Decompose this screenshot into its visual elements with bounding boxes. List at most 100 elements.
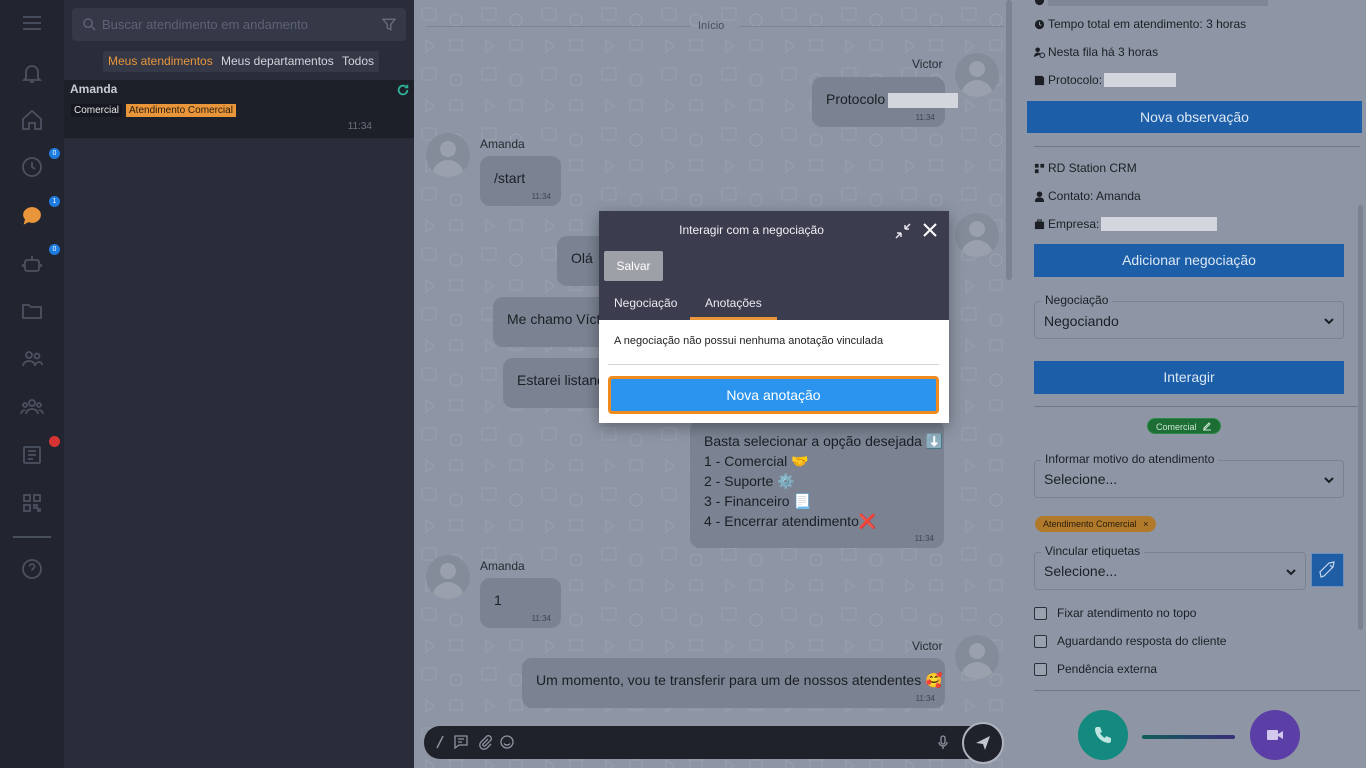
video-icon bbox=[1267, 730, 1283, 740]
history-badge: 0 bbox=[49, 148, 60, 159]
tag-rocket-icon bbox=[1319, 561, 1335, 578]
modal-title: Interagir com a negociação bbox=[679, 223, 824, 237]
protocol-line: Protocolo: bbox=[1034, 73, 1177, 87]
reason-legend: Informar motivo do atendimento bbox=[1041, 452, 1219, 466]
qrcode-icon[interactable] bbox=[16, 487, 48, 519]
active-tab-indicator bbox=[690, 317, 777, 320]
message-text: Um momento, vou te transferir para um de… bbox=[536, 672, 943, 688]
day-label: Início bbox=[698, 20, 725, 32]
save-button[interactable]: Salvar bbox=[604, 251, 663, 281]
slash-command-icon[interactable] bbox=[432, 734, 448, 750]
filter-icon[interactable] bbox=[382, 17, 396, 32]
folder-icon[interactable] bbox=[16, 295, 48, 327]
user-clock-icon bbox=[1034, 46, 1045, 58]
edit-icon[interactable] bbox=[1202, 421, 1212, 431]
department-chip[interactable]: Comercial bbox=[1147, 418, 1222, 434]
total-time-line: Tempo total em atendimento: 3 horas bbox=[1034, 17, 1246, 31]
send-button[interactable] bbox=[962, 722, 1004, 764]
users-icon[interactable] bbox=[16, 343, 48, 375]
menu-line: 2 - Suporte ⚙️ bbox=[704, 473, 795, 489]
sync-icon bbox=[397, 84, 409, 96]
message-composer[interactable] bbox=[424, 726, 989, 759]
avatar bbox=[955, 213, 999, 257]
chat-scrollbar[interactable] bbox=[1006, 0, 1012, 280]
message-bubble: Um momento, vou te transferir para um de… bbox=[522, 658, 945, 708]
message-time: 11:34 bbox=[915, 113, 935, 122]
contact-line: Contato: Amanda bbox=[1034, 189, 1141, 203]
redacted-protocol bbox=[888, 92, 959, 108]
label-tag: Atendimento Comercial bbox=[126, 104, 236, 117]
awaiting-reply-label: Aguardando resposta do cliente bbox=[1057, 634, 1227, 648]
help-icon[interactable] bbox=[16, 553, 48, 585]
message-time: 11:34 bbox=[531, 192, 551, 201]
document-icon bbox=[1034, 75, 1045, 85]
awaiting-reply-option[interactable]: Aguardando resposta do cliente bbox=[1034, 634, 1226, 648]
queue-time-text: Nesta fila há 3 horas bbox=[1048, 45, 1159, 59]
voice-call-button[interactable] bbox=[1078, 710, 1128, 760]
tag-chip[interactable]: Atendimento Comercial × bbox=[1035, 516, 1157, 532]
microphone-icon[interactable] bbox=[935, 734, 951, 750]
user-icon bbox=[1034, 190, 1045, 202]
contacts-book-icon[interactable] bbox=[16, 439, 48, 471]
app-root: 0 1 0 Buscar atendimento em andamento Me… bbox=[0, 0, 1366, 768]
tab-deal[interactable]: Negociação bbox=[614, 296, 677, 310]
conversation-list-panel: Meus atendimentos Meus departamentos Tod… bbox=[64, 0, 414, 768]
tag-settings-button[interactable] bbox=[1311, 553, 1344, 587]
robot-icon[interactable] bbox=[16, 248, 48, 280]
group-icon[interactable] bbox=[16, 391, 48, 423]
menu-line: 4 - Encerrar atendimento❌ bbox=[704, 513, 877, 529]
tab-notes[interactable]: Anotações bbox=[705, 296, 762, 310]
chat-icon[interactable] bbox=[16, 199, 48, 231]
filter-all[interactable]: Todos bbox=[337, 51, 380, 72]
reason-value: Selecione... bbox=[1044, 471, 1118, 487]
menu-icon[interactable] bbox=[16, 7, 48, 39]
remove-tag-icon[interactable]: × bbox=[1143, 519, 1148, 529]
reason-select[interactable]: Informar motivo do atendimento Selecione… bbox=[1034, 452, 1344, 498]
new-observation-button[interactable]: Nova observação bbox=[1027, 101, 1362, 133]
conversation-item[interactable]: Amanda Comercial Atendimento Comercial 1… bbox=[64, 80, 414, 138]
quick-reply-icon[interactable] bbox=[453, 734, 469, 750]
message-text: Estarei listand bbox=[517, 372, 605, 388]
ticket-details-panel: Tempo total em atendimento: 3 horas Nest… bbox=[1016, 0, 1366, 768]
redacted-company bbox=[1101, 217, 1218, 231]
awaiting-reply-checkbox[interactable] bbox=[1034, 634, 1047, 648]
avatar bbox=[955, 53, 999, 97]
bots-badge: 0 bbox=[49, 244, 60, 255]
chats-badge: 1 bbox=[49, 196, 60, 207]
bell-icon[interactable] bbox=[16, 57, 48, 89]
interact-button[interactable]: Interagir bbox=[1034, 361, 1344, 394]
clock-icon[interactable] bbox=[16, 151, 48, 183]
empty-notes-message: A negociação não possui nenhuma anotação… bbox=[614, 335, 884, 347]
message-time: 11:34 bbox=[915, 694, 935, 703]
message-bubble: Protocolo 11:34 bbox=[812, 77, 959, 127]
sender-name: Amanda bbox=[480, 559, 525, 573]
labels-value: Selecione... bbox=[1044, 563, 1118, 579]
external-pending-checkbox[interactable] bbox=[1034, 662, 1047, 676]
search-icon bbox=[83, 18, 96, 31]
external-pending-option[interactable]: Pendência externa bbox=[1034, 662, 1157, 676]
menu-line: 3 - Financeiro 📃 bbox=[704, 493, 811, 509]
message-text: 1 bbox=[494, 592, 502, 608]
pin-ticket-checkbox[interactable] bbox=[1034, 606, 1047, 620]
add-deal-button[interactable]: Adicionar negociação bbox=[1034, 244, 1344, 277]
home-icon[interactable] bbox=[16, 104, 48, 136]
ticket-opened-line bbox=[1034, 0, 1268, 6]
crm-icon bbox=[1034, 163, 1045, 173]
labels-select[interactable]: Vincular etiquetas Selecione... bbox=[1034, 544, 1306, 590]
new-note-button[interactable]: Nova anotação bbox=[608, 376, 939, 414]
emoji-icon[interactable] bbox=[499, 734, 515, 750]
panel-scrollbar[interactable] bbox=[1358, 205, 1363, 630]
search-input[interactable] bbox=[102, 8, 372, 41]
filter-my-departments[interactable]: Meus departamentos bbox=[216, 51, 339, 72]
phonebook-alert-dot bbox=[49, 436, 60, 447]
video-call-button[interactable] bbox=[1250, 710, 1300, 760]
message-time: 11:34 bbox=[531, 614, 551, 623]
deal-select[interactable]: Negociação Negociando bbox=[1034, 293, 1344, 339]
attach-icon[interactable] bbox=[477, 734, 493, 750]
filter-my-tickets[interactable]: Meus atendimentos bbox=[103, 51, 218, 72]
pin-ticket-option[interactable]: Fixar atendimento no topo bbox=[1034, 606, 1196, 620]
deal-value: Negociando bbox=[1044, 313, 1119, 329]
close-icon[interactable] bbox=[920, 220, 940, 240]
labels-legend: Vincular etiquetas bbox=[1041, 544, 1145, 558]
minimize-icon[interactable] bbox=[894, 222, 912, 240]
